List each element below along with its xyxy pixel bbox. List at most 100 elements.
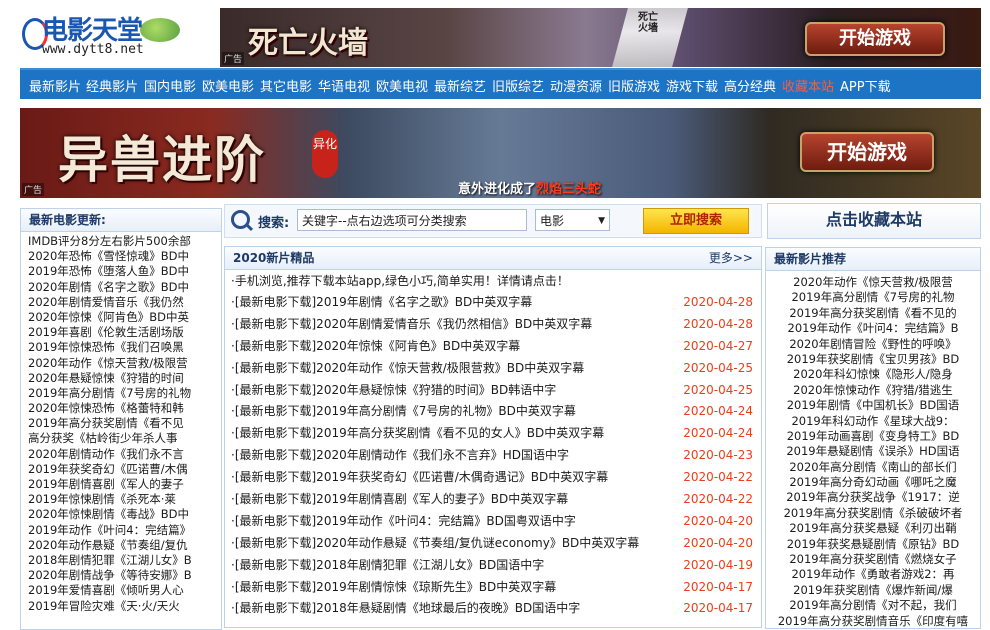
top-ad-banner[interactable]: 死亡火墙 死亡火墙 开始游戏 广告 xyxy=(220,8,981,67)
recommended-link[interactable]: 2019年动作《勇敢者游戏2：再 xyxy=(766,567,980,582)
bookmark-site-button[interactable]: 点击收藏本站 xyxy=(767,203,981,239)
mid-banner-start-button[interactable]: 开始游戏 xyxy=(800,132,934,172)
latest-update-link[interactable]: 2020年剧情《名字之歌》BD中 xyxy=(21,280,221,295)
latest-update-link[interactable]: 高分获奖《枯岭街少年杀人事 xyxy=(21,431,221,446)
more-link[interactable]: 更多>> xyxy=(709,247,753,269)
nav-item[interactable]: 其它电影 xyxy=(260,76,312,95)
nav-item[interactable]: 国内电影 xyxy=(144,76,196,95)
mid-ad-banner[interactable]: 异兽进阶 异化 意外进化成了烈焰三头蛇 开始游戏 广告 xyxy=(20,108,981,198)
latest-update-link[interactable]: 2020年悬疑惊悚《狩猎的时间 xyxy=(21,371,221,386)
latest-update-link[interactable]: 2020年惊悚剧情《毒战》BD中 xyxy=(21,507,221,522)
nav-item[interactable]: 旧版游戏 xyxy=(608,76,660,95)
nav-item[interactable]: 欧美电影 xyxy=(202,76,254,95)
recommended-link[interactable]: 2019年悬疑剧情《误杀》HD国语 xyxy=(766,444,980,459)
recommended-link[interactable]: 2019年动画喜剧《变身特工》BD xyxy=(766,429,980,444)
latest-update-link[interactable]: 2020年剧情战争《等待安娜》B xyxy=(21,568,221,583)
movie-link[interactable]: ·[最新电影下载]2020年动作悬疑《节奏组/复仇谜economy》BD中英双字… xyxy=(231,536,639,550)
nav-item[interactable]: 动漫资源 xyxy=(550,76,602,95)
nav-item[interactable]: 欧美电视 xyxy=(376,76,428,95)
latest-update-link[interactable]: 2019年获奖奇幻《匹诺曹/木偶 xyxy=(21,462,221,477)
latest-update-link[interactable]: 2018年剧情犯罪《江湖儿女》B xyxy=(21,553,221,568)
movie-link[interactable]: ·[最新电影下载]2018年悬疑剧情《地球最后的夜晚》BD国语中字 xyxy=(231,601,580,615)
movie-link[interactable]: ·[最新电影下载]2019年剧情喜剧《军人的妻子》BD中英双字幕 xyxy=(231,492,568,506)
latest-update-link[interactable]: 2020年恐怖《雪怪惊魂》BD中 xyxy=(21,249,221,264)
recommended-link[interactable]: 2019年科幻动作《星球大战9： xyxy=(766,414,980,429)
search-button[interactable]: 立即搜索 xyxy=(643,208,749,234)
search-category-select[interactable]: 电影 ▼ xyxy=(535,209,610,231)
recommended-link[interactable]: 2019年高分获奖剧情音乐《印度有嘻 xyxy=(766,614,980,628)
latest-update-link[interactable]: 2019年爱情喜剧《倾听男人心 xyxy=(21,583,221,598)
latest-update-link[interactable]: 2020年惊悚《阿肯色》BD中英 xyxy=(21,310,221,325)
list-item: ·[最新电影下载]2019年动作《叶问4：完结篇》BD国粤双语中字 2020-04… xyxy=(225,511,761,533)
recommended-link[interactable]: 2020年剧情冒险《野性的呼唤》 xyxy=(766,337,980,352)
latest-update-link[interactable]: 2019年惊悚剧情《杀死本·莱 xyxy=(21,492,221,507)
recommended-link[interactable]: 2019年剧情《中国机长》BD国语 xyxy=(766,398,980,413)
latest-update-link[interactable]: 2020年剧情动作《我们永不言 xyxy=(21,447,221,462)
movie-link[interactable]: ·[最新电影下载]2019年剧情《名字之歌》BD中英双字幕 xyxy=(231,295,532,309)
movie-link[interactable]: ·[最新电影下载]2019年高分剧情《7号房的礼物》BD中英双字幕 xyxy=(231,404,576,418)
latest-update-link[interactable]: 2019年惊悚恐怖《我们召唤黑 xyxy=(21,340,221,355)
post-date: 2020-04-24 xyxy=(683,426,753,441)
nav-item[interactable]: 华语电视 xyxy=(318,76,370,95)
list-item: ·[最新电影下载]2020年剧情爱情音乐《我仍然相信》BD中英双字幕 2020-0… xyxy=(225,314,761,336)
movie-link[interactable]: ·[最新电影下载]2019年获奖奇幻《匹诺曹/木偶奇遇记》BD中英双字幕 xyxy=(231,470,608,484)
site-logo[interactable]: 电影天堂 www.dytt8.net xyxy=(20,10,185,62)
search-input[interactable]: 关键字--点右边选项可分类搜索 xyxy=(297,209,527,231)
list-item: ·[最新电影下载]2019年剧情《名字之歌》BD中英双字幕 2020-04-28 xyxy=(225,292,761,314)
latest-update-link[interactable]: 2019年高分剧情《7号房的礼物 xyxy=(21,386,221,401)
movie-link[interactable]: ·[最新电影下载]2019年高分获奖剧情《看不见的女人》BD中英双字幕 xyxy=(231,426,604,440)
latest-update-link[interactable]: 2019年恐怖《堕落人鱼》BD中 xyxy=(21,264,221,279)
recommended-link[interactable]: 2019年高分剧情《对不起，我们 xyxy=(766,598,980,613)
movie-link[interactable]: ·[最新电影下载]2020年悬疑惊悚《狩猎的时间》BD韩语中字 xyxy=(231,383,556,397)
recommended-link[interactable]: 2019年高分获奖剧情《看不见的 xyxy=(766,306,980,321)
recommended-link[interactable]: 2020年惊悚动作《狩猎/猎逃生 xyxy=(766,383,980,398)
latest-update-link[interactable]: 2019年动作《叶问4：完结篇》 xyxy=(21,523,221,538)
recommended-link[interactable]: 2019年高分奇幻动画《哪吒之魔 xyxy=(766,475,980,490)
recommended-link[interactable]: 2019年动作《叶问4：完结篇》B xyxy=(766,321,980,336)
latest-update-link[interactable]: 2019年喜剧《伦敦生活剧场版 xyxy=(21,325,221,340)
nav-item[interactable]: 经典影片 xyxy=(86,76,138,95)
recommended-link[interactable]: 2019年获奖剧情《爆炸新闻/爆 xyxy=(766,583,980,598)
recommended-link[interactable]: 2019年高分剧情《7号房的礼物 xyxy=(766,290,980,305)
recommended-link[interactable]: 2020年科幻惊悚《隐形人/隐身 xyxy=(766,367,980,382)
nav-item[interactable]: 最新影片 xyxy=(29,76,81,95)
list-item: ·[最新电影下载]2020年动作悬疑《节奏组/复仇谜economy》BD中英双字… xyxy=(225,533,761,555)
nav-item[interactable]: 收藏本站 xyxy=(782,76,834,95)
list-item: ·[最新电影下载]2019年剧情喜剧《军人的妻子》BD中英双字幕 2020-04-… xyxy=(225,489,761,511)
recommended-link[interactable]: 2019年高分获奖剧情《燃烧女子 xyxy=(766,552,980,567)
recommended-link[interactable]: 2019年高分获奖剧情《杀破破坏者 xyxy=(766,506,980,521)
latest-update-link[interactable]: 2019年高分获奖剧情《看不见 xyxy=(21,416,221,431)
ad-tag: 广告 xyxy=(22,183,45,196)
recommended-link[interactable]: 2019年获奖悬疑剧情《原钻》BD xyxy=(766,537,980,552)
recommended-link[interactable]: 2019年获奖剧情《宝贝男孩》BD xyxy=(766,352,980,367)
recommended-link[interactable]: 2020年高分剧情《南山的部长们 xyxy=(766,460,980,475)
latest-update-link[interactable]: 2020年剧情爱情音乐《我仍然 xyxy=(21,295,221,310)
movie-link[interactable]: ·[最新电影下载]2019年剧情惊悚《琼斯先生》BD中英双字幕 xyxy=(231,580,556,594)
nav-item[interactable]: APP下载 xyxy=(840,76,891,95)
recommended-link[interactable]: 2020年动作《惊天营救/极限营 xyxy=(766,275,980,290)
movie-link[interactable]: ·[最新电影下载]2020年剧情动作《我们永不言弃》HD国语中字 xyxy=(231,448,569,462)
latest-update-link[interactable]: 2020年动作悬疑《节奏组/复仇 xyxy=(21,538,221,553)
latest-update-link[interactable]: 2020年惊悚恐怖《格蕾特和韩 xyxy=(21,401,221,416)
movie-link[interactable]: ·[最新电影下载]2019年动作《叶问4：完结篇》BD国粤双语中字 xyxy=(231,514,576,528)
app-notice-link[interactable]: ·手机浏览,推荐下载本站app,绿色小巧,简单实用！详情请点击！ xyxy=(225,270,761,292)
mid-banner-seal: 异化 xyxy=(312,130,338,178)
recommended-link[interactable]: 2019年高分获奖悬疑《利刃出鞘 xyxy=(766,521,980,536)
latest-update-link[interactable]: IMDB评分8分左右影片500余部 xyxy=(21,234,221,249)
list-item: ·[最新电影下载]2019年高分获奖剧情《看不见的女人》BD中英双字幕 2020-… xyxy=(225,423,761,445)
nav-item[interactable]: 高分经典 xyxy=(724,76,776,95)
nav-item[interactable]: 最新综艺 xyxy=(434,76,486,95)
top-banner-start-button[interactable]: 开始游戏 xyxy=(805,22,945,56)
movie-link[interactable]: ·[最新电影下载]2020年剧情爱情音乐《我仍然相信》BD中英双字幕 xyxy=(231,317,592,331)
latest-update-link[interactable]: 2019年剧情喜剧《军人的妻子 xyxy=(21,477,221,492)
nav-item[interactable]: 游戏下载 xyxy=(666,76,718,95)
banner-stele-text: 死亡火墙 xyxy=(638,12,658,34)
chevron-down-icon: ▼ xyxy=(598,216,605,226)
nav-item[interactable]: 旧版综艺 xyxy=(492,76,544,95)
latest-update-link[interactable]: 2020年动作《惊天营救/极限营 xyxy=(21,356,221,371)
movie-link[interactable]: ·[最新电影下载]2020年惊悚《阿肯色》BD中英双字幕 xyxy=(231,339,520,353)
recommended-link[interactable]: 2019年高分获奖战争《1917：逆 xyxy=(766,490,980,505)
movie-link[interactable]: ·[最新电影下载]2018年剧情犯罪《江湖儿女》BD国语中字 xyxy=(231,558,544,572)
latest-update-link[interactable]: 2019年冒险灾难《天·火/天火 xyxy=(21,599,221,614)
movie-link[interactable]: ·[最新电影下载]2020年动作《惊天营救/极限营救》BD中英双字幕 xyxy=(231,361,584,375)
